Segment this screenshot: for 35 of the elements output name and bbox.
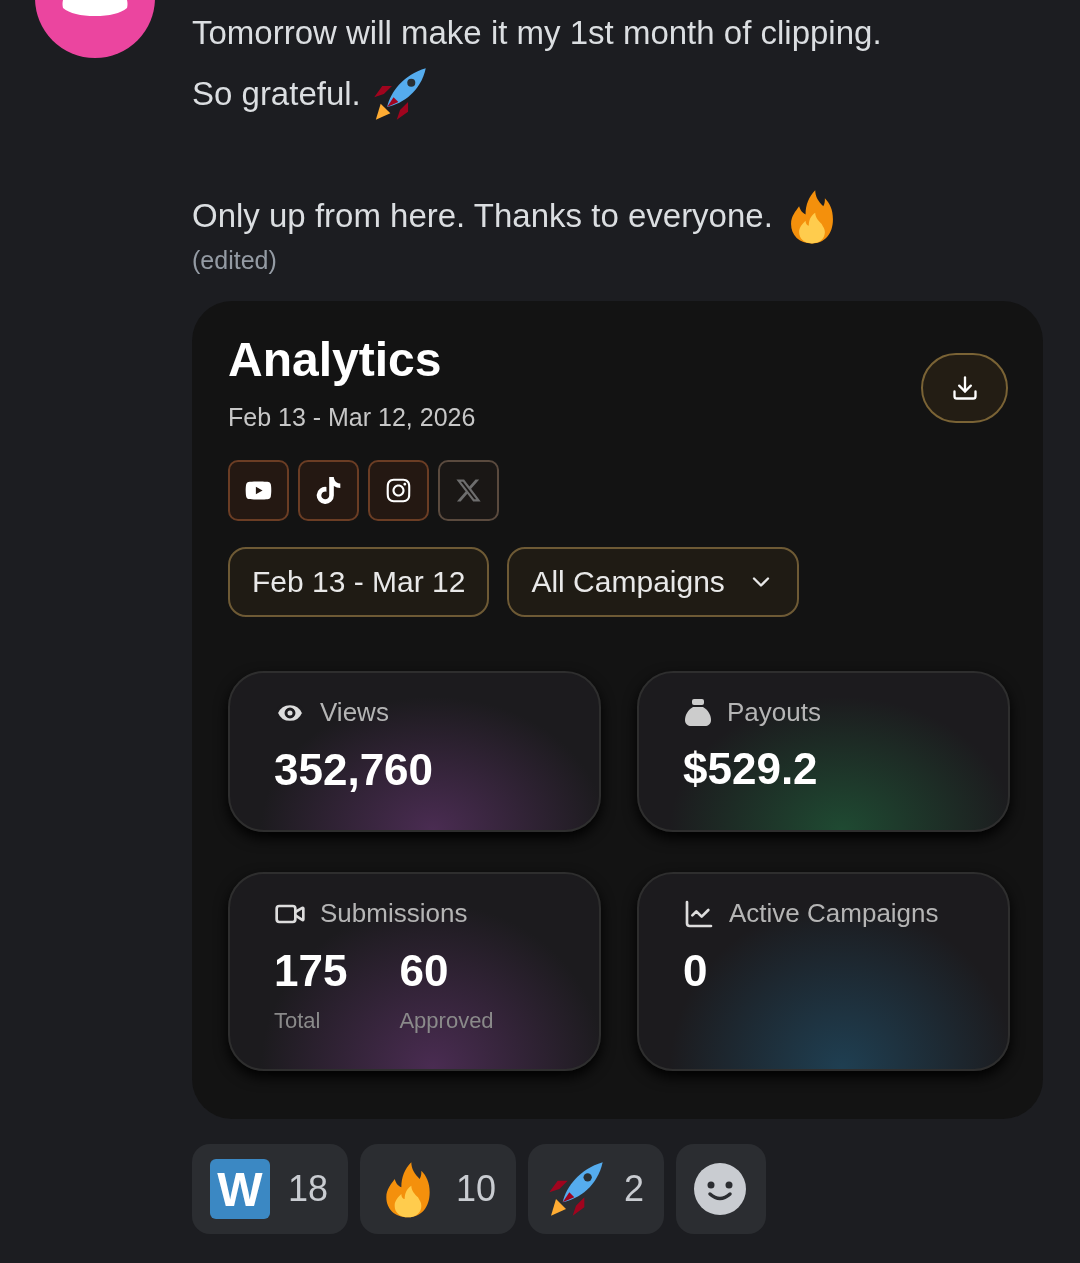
campaign-dropdown[interactable]: All Campaigns: [507, 546, 799, 617]
reaction-count: 18: [288, 1168, 329, 1210]
stat-label: Views: [320, 697, 389, 729]
camera-icon: [385, 476, 412, 504]
platform-filter[interactable]: [368, 459, 429, 521]
add-reaction-button[interactable]: [676, 1144, 767, 1234]
reaction-count: 10: [456, 1168, 497, 1210]
card-title: Analytics: [228, 332, 443, 388]
message-text: So grateful.: [192, 74, 361, 113]
stat-label: Active Campaigns: [729, 898, 939, 930]
date-filter[interactable]: Feb 13 - Mar 12: [228, 546, 490, 617]
stat-caption: Total: [274, 1007, 322, 1034]
stat-value: 60: [399, 945, 450, 996]
reaction-chip[interactable]: W 18: [192, 1144, 349, 1234]
reaction-chip[interactable]: 10: [360, 1144, 517, 1234]
message-text: Only up from here. Thanks to everyone.: [192, 196, 773, 235]
stat-caption: Approved: [399, 1007, 494, 1034]
stat-value: $529.2: [683, 743, 818, 794]
music-note-icon: [315, 476, 342, 504]
edited-label: (edited): [192, 246, 277, 275]
reaction-count: 2: [624, 1168, 645, 1210]
stat-value: 0: [683, 945, 708, 996]
stat-label: Submissions: [320, 898, 468, 930]
platform-filter[interactable]: [298, 459, 359, 521]
smiley-icon: [694, 1163, 747, 1215]
message-text: Tomorrow will make it my 1st month of clipping.: [192, 13, 882, 52]
date-range: Feb 13 - Mar 12, 2026: [228, 402, 476, 432]
stat-value: 352,760: [274, 744, 434, 795]
platform-filter[interactable]: [228, 459, 289, 521]
stat-value: 175: [274, 945, 348, 996]
letter-emoji: W: [210, 1159, 270, 1219]
money-bag-icon: [683, 697, 713, 728]
reaction-chip[interactable]: 2: [528, 1144, 665, 1234]
download-icon: [950, 374, 979, 402]
stat-label: Payouts: [727, 696, 821, 728]
